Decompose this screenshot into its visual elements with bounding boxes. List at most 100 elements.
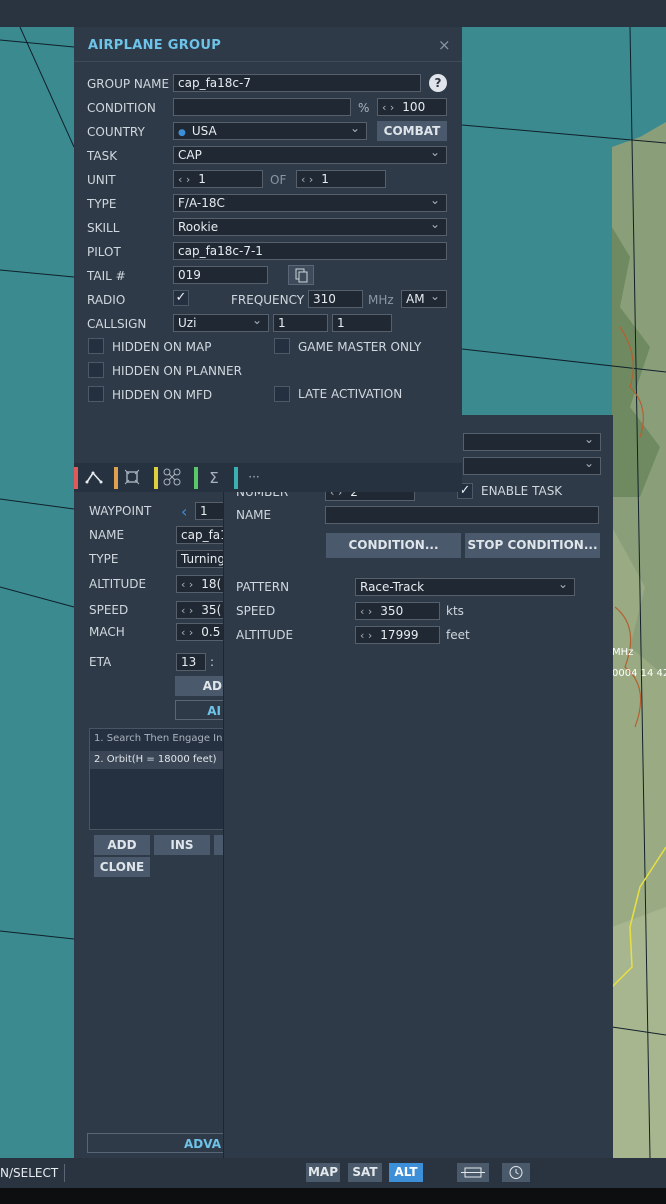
copy-icon[interactable] <box>288 265 314 285</box>
tab-strip: Σ ··· <box>74 463 462 492</box>
game-master-only-checkbox[interactable] <box>274 338 290 354</box>
altitude-unit: feet <box>446 628 470 642</box>
satellite-view-button[interactable]: SAT <box>348 1163 382 1182</box>
type-label: TYPE <box>87 197 117 211</box>
hidden-on-map-checkbox[interactable] <box>88 338 104 354</box>
task-action-select[interactable] <box>463 433 601 451</box>
title-divider <box>74 61 462 62</box>
country-dot-icon: ● <box>178 128 186 138</box>
summary-tab-icon[interactable]: Σ <box>202 467 226 489</box>
task-type-select[interactable] <box>463 457 601 475</box>
panel-title: AIRPLANE GROUP <box>88 38 222 53</box>
task-panel: NUMBER ‹ ›2 ✓ ENABLE TASK NAME CONDITION… <box>223 415 613 1158</box>
unit-field[interactable]: ‹ › 1 <box>173 170 263 188</box>
more-tab-icon[interactable]: ··· <box>242 467 266 489</box>
add-waypoint-button[interactable]: AD <box>175 676 224 696</box>
task-name-label: NAME <box>236 508 272 522</box>
speed-field[interactable]: ‹ › 35( <box>176 601 224 619</box>
pattern-select[interactable]: Race-Track <box>355 578 575 596</box>
group-name-field[interactable]: cap_fa18c-7 <box>173 74 421 92</box>
skill-select[interactable]: Rookie <box>173 218 447 236</box>
map-view-button[interactable]: MAP <box>306 1163 340 1182</box>
callsign-number-1[interactable]: 1 <box>273 314 328 332</box>
screen-bottom-edge <box>0 1188 666 1204</box>
task-list: 1. Search Then Engage In Z 2. Orbit(H = … <box>89 728 233 830</box>
altitude-field[interactable]: ‹ › 18( <box>176 575 224 593</box>
game-master-only-label: GAME MASTER ONLY <box>298 340 422 354</box>
percent-label: % <box>358 101 370 115</box>
task-speed-field[interactable]: ‹ › 350 <box>355 602 440 620</box>
task-list-item-2[interactable]: 2. Orbit(H = 18000 feet) <box>94 754 217 765</box>
close-icon[interactable]: × <box>438 36 451 54</box>
tab-color-summary <box>194 467 198 489</box>
radio-checkbox[interactable]: ✓ <box>173 290 189 306</box>
pilot-field[interactable]: cap_fa18c-7-1 <box>173 242 447 260</box>
waypoint-type-select[interactable]: Turning <box>176 550 224 568</box>
help-icon[interactable]: ? <box>429 74 447 92</box>
advanced-waypoint-button[interactable]: AI <box>175 700 224 720</box>
speed-unit: kts <box>446 604 464 618</box>
task-select[interactable]: CAP <box>173 146 447 164</box>
skill-label: SKILL <box>87 221 120 235</box>
speed-label: SPEED <box>89 603 129 617</box>
unit-of-field[interactable]: ‹ › 1 <box>296 170 386 188</box>
late-activation-label: LATE ACTIVATION <box>298 387 403 401</box>
status-divider <box>64 1164 65 1182</box>
route-tab-icon[interactable] <box>82 467 106 489</box>
frequency-label: FREQUENCY <box>231 293 305 307</box>
tab-color-payload <box>114 467 118 489</box>
alt-view-button[interactable]: ALT <box>389 1163 423 1182</box>
enable-task-label: ENABLE TASK <box>481 484 563 498</box>
altitude-label: ALTITUDE <box>89 577 147 591</box>
tab-color-triggers <box>154 467 158 489</box>
condition-percent-field[interactable]: ‹ › 100 <box>377 98 447 116</box>
combat-button[interactable]: COMBAT <box>377 121 447 141</box>
late-activation-checkbox[interactable] <box>274 386 290 402</box>
frequency-field[interactable]: 310 <box>308 290 363 308</box>
advanced-button[interactable]: ADVA <box>87 1133 224 1153</box>
of-label: OF <box>270 173 287 187</box>
task-speed-label: SPEED <box>236 604 276 618</box>
insert-task-button[interactable]: INS <box>154 835 210 855</box>
task-list-item-1[interactable]: 1. Search Then Engage In Z <box>94 733 233 744</box>
task-altitude-field[interactable]: ‹ › 17999 <box>355 626 440 644</box>
pattern-label: PATTERN <box>236 580 290 594</box>
condition-button[interactable]: CONDITION... <box>326 533 461 558</box>
waypoint-name-field[interactable]: cap_fa1 <box>176 526 224 544</box>
stop-condition-button[interactable]: STOP CONDITION... <box>465 533 600 558</box>
mode-status-text: N/SELECT <box>0 1166 59 1180</box>
route-panel: WAYPOINT ‹ 1 NAME cap_fa1 TYPE Turning A… <box>74 463 233 1158</box>
group-name-label: GROUP NAME <box>87 77 170 91</box>
hidden-on-planner-checkbox[interactable] <box>88 362 104 378</box>
map-label-mhz: MHz <box>612 647 634 658</box>
task-name-field[interactable] <box>325 506 599 524</box>
clock-icon[interactable] <box>502 1163 530 1182</box>
mach-label: MACH <box>89 625 125 639</box>
condition-field[interactable] <box>173 98 351 116</box>
aircraft-tab-icon[interactable] <box>162 467 186 489</box>
band-select[interactable]: AM <box>401 290 447 308</box>
callsign-select[interactable]: Uzi <box>173 314 269 332</box>
tab-color-route <box>74 467 78 489</box>
clone-task-button[interactable]: CLONE <box>94 857 150 877</box>
tail-field[interactable]: 019 <box>173 266 268 284</box>
top-bar <box>0 0 666 27</box>
condition-label: CONDITION <box>87 101 156 115</box>
hidden-on-mfd-checkbox[interactable] <box>88 386 104 402</box>
payload-tab-icon[interactable] <box>122 467 146 489</box>
tab-color-more <box>234 467 238 489</box>
add-task-button[interactable]: ADD <box>94 835 150 855</box>
map-options-icon[interactable] <box>457 1163 489 1182</box>
country-select[interactable]: ● USA <box>173 122 367 140</box>
eta-hours-field[interactable]: 13 <box>176 653 206 671</box>
prev-waypoint-icon[interactable]: ‹ <box>181 502 187 521</box>
map-label-callsign: 0004 14 42 <box>612 668 666 679</box>
waypoint-field[interactable]: 1 <box>195 502 225 520</box>
callsign-number-2[interactable]: 1 <box>332 314 392 332</box>
mhz-label: MHz <box>368 293 394 307</box>
mach-field[interactable]: ‹ › 0.5 <box>176 623 224 641</box>
eta-separator: : <box>210 655 215 669</box>
type-select[interactable]: F/A-18C <box>173 194 447 212</box>
hidden-on-mfd-label: HIDDEN ON MFD <box>112 388 213 402</box>
task-altitude-label: ALTITUDE <box>236 628 294 642</box>
